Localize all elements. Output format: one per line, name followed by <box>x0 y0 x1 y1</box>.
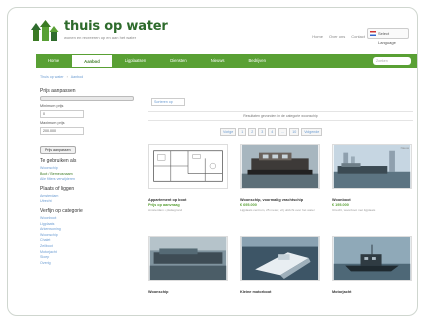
flag-icon <box>370 31 376 36</box>
listing-price: € 695.000 <box>240 203 257 207</box>
top-link-about[interactable]: Over ons <box>329 34 345 39</box>
listing-title[interactable]: Kleine motorboot <box>240 290 320 294</box>
listing-desc: Ligplaats centrum, 25 meter, vrij uitzic… <box>240 208 315 212</box>
listing-card[interactable]: Nieuw Woonboot € 195.000 Utrecht, woonbo… <box>332 144 412 212</box>
listing-title[interactable]: Woonboot <box>332 198 412 202</box>
nav-item-aanbod[interactable]: Aanbod <box>71 54 113 68</box>
page-frame: thuis op water wonen en recreeren op en … <box>7 7 418 316</box>
category-link[interactable]: Overig <box>40 261 135 267</box>
site-header: thuis op water wonen en recreeren op en … <box>8 8 417 50</box>
main-nav: Home Aanbod Ligplaatsen Diensten Nieuws … <box>36 54 417 68</box>
min-price-input[interactable]: 0 <box>40 110 84 118</box>
min-price-label: Minimum prijs <box>40 104 64 108</box>
filter-sidebar: Prijs aanpassen Minimum prijs 0 Maximum … <box>40 88 135 269</box>
listing-card[interactable]: Woonschip <box>148 236 228 294</box>
houseboat-photo[interactable] <box>240 144 320 189</box>
language-label: Select Language <box>378 31 396 45</box>
top-link-home[interactable]: Home <box>312 34 323 39</box>
new-badge: Nieuw <box>400 146 409 150</box>
top-link-contact[interactable]: Contact <box>351 34 365 39</box>
pager-prev-button[interactable]: Vorige <box>220 128 237 136</box>
breadcrumb-separator: › <box>66 75 68 79</box>
listing-desc: Amsterdam • plattegrond <box>148 208 183 212</box>
breadcrumb-item[interactable]: Thuis op water <box>40 75 64 79</box>
listing-title[interactable]: Motorjacht <box>332 290 412 294</box>
houseboat-photo[interactable] <box>332 144 412 189</box>
listing-title[interactable]: Appartement op boot <box>148 198 228 202</box>
pager-ellipsis: ... <box>278 128 288 136</box>
pager-next-button[interactable]: Volgende <box>301 128 323 136</box>
pager-page-button[interactable]: 1 <box>238 128 247 136</box>
house-logo-icon[interactable] <box>30 20 60 42</box>
sort-select[interactable]: Sorteren op <box>151 98 185 106</box>
clear-filters-link[interactable]: Alle filters verwijderen <box>40 177 135 183</box>
pager-page-button[interactable]: 2 <box>248 128 257 136</box>
floorplan-image[interactable] <box>148 144 228 189</box>
site-tagline: wonen en recreeren op en aan het water <box>64 35 137 40</box>
listing-card[interactable]: Woonschip, voormalig vrachtschip € 695.0… <box>240 144 320 212</box>
max-price-label: Maximum prijs <box>40 121 65 125</box>
houseboat-photo[interactable] <box>148 236 228 281</box>
places-heading: Plaats of liggen <box>40 185 75 192</box>
pager-page-button[interactable]: 10 <box>289 128 300 136</box>
max-price-input[interactable]: 200.000 <box>40 127 84 135</box>
selected-heading: Te gebruiken als <box>40 158 77 164</box>
nav-item-diensten[interactable]: Diensten <box>158 54 199 68</box>
pagination: Vorige 1 2 3 4 ... 10 Volgende <box>220 128 323 136</box>
pager-page-button[interactable]: 4 <box>268 128 277 136</box>
search-input[interactable]: Zoeken <box>373 57 411 65</box>
nav-item-home[interactable]: Home <box>36 54 71 68</box>
results-panel: Sorteren op Resultaten gevonden in de ca… <box>148 98 413 294</box>
boat-photo[interactable] <box>240 236 320 281</box>
language-selector[interactable]: Select Language <box>367 28 409 45</box>
results-count: Resultaten gevonden in de categorie woon… <box>148 111 413 121</box>
listing-desc: Utrecht, woonboot met ligplaats <box>332 208 376 212</box>
listing-card[interactable]: Kleine motorboot <box>240 236 320 294</box>
boat-photo[interactable] <box>332 236 412 281</box>
price-range-slider[interactable] <box>40 96 134 101</box>
listing-card[interactable]: Appartement op boot Prijs op aanvraag Am… <box>148 144 228 212</box>
nav-item-ligplaatsen[interactable]: Ligplaatsen <box>113 54 158 68</box>
top-links: Home Over ons Contact <box>312 34 365 39</box>
listing-price: Prijs op aanvraag <box>148 203 180 207</box>
nav-item-nieuws[interactable]: Nieuws <box>199 54 237 68</box>
price-heading: Prijs aanpassen <box>40 88 76 94</box>
apply-price-button[interactable]: Prijs aanpassen <box>40 146 76 154</box>
site-title[interactable]: thuis op water <box>64 19 168 34</box>
category-heading: Verfijn op categorie <box>40 207 83 214</box>
place-filters: Plaats of liggen Amsterdam Utrecht <box>40 186 135 205</box>
breadcrumb: Thuis op water › Aanbod <box>40 75 83 79</box>
pager-page-button[interactable]: 3 <box>258 128 267 136</box>
category-filters: Verfijn op categorie Woonboot Ligplaats … <box>40 208 135 266</box>
listing-card[interactable]: Motorjacht <box>332 236 412 294</box>
selected-filters: Te gebruiken als Woonschip Boot / Bemeus… <box>40 158 135 183</box>
listing-title[interactable]: Woonschip, voormalig vrachtschip <box>240 198 320 202</box>
nav-item-bedrijven[interactable]: Bedrijven <box>236 54 277 68</box>
listing-price: € 195.000 <box>332 203 349 207</box>
listing-title[interactable]: Woonschip <box>148 290 228 294</box>
breadcrumb-item[interactable]: Aanbod <box>71 75 83 79</box>
place-link[interactable]: Utrecht <box>40 199 135 205</box>
